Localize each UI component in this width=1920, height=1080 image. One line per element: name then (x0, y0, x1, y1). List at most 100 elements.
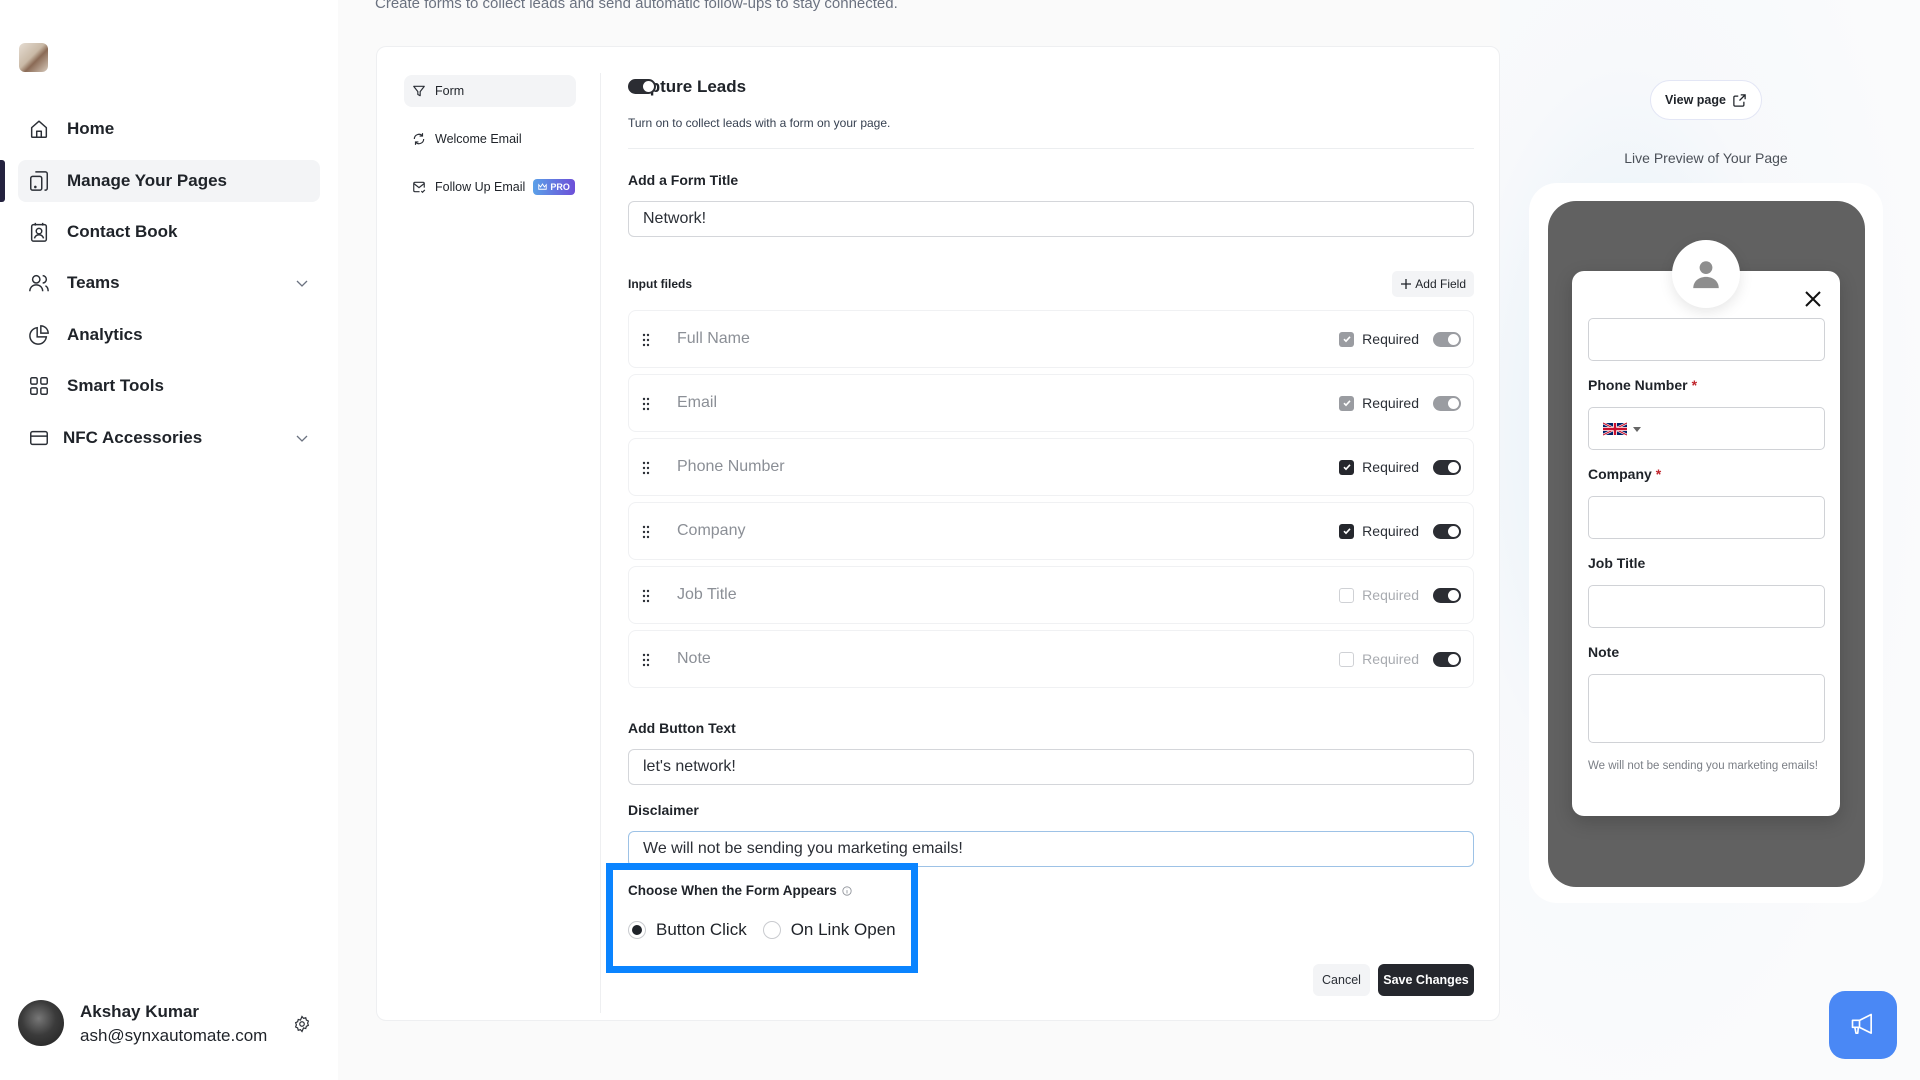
uk-flag-icon[interactable] (1603, 422, 1627, 436)
sidebar-item-contact-book[interactable]: Contact Book (18, 211, 320, 253)
gear-icon[interactable] (293, 1015, 311, 1033)
preview-disclaimer: We will not be sending you marketing ema… (1588, 760, 1818, 772)
field-enabled-toggle[interactable] (1433, 524, 1461, 539)
form-appears-label: Choose When the Form Appears (628, 883, 852, 898)
required-checkbox[interactable]: Required (1339, 395, 1419, 411)
field-name: Email (677, 394, 718, 411)
crown-icon (538, 183, 548, 190)
field-enabled-toggle[interactable] (1433, 460, 1461, 475)
check-icon (1343, 464, 1351, 471)
preview-input-top[interactable] (1588, 318, 1825, 361)
filter-icon (411, 83, 427, 99)
preview-phone-label: Phone Number * (1588, 377, 1698, 393)
field-enabled-toggle[interactable] (1433, 652, 1461, 667)
radio-on-link-open[interactable]: On Link Open (762, 920, 896, 940)
page-subtitle: Create forms to collect leads and send a… (375, 0, 898, 12)
info-icon[interactable] (842, 885, 852, 896)
home-icon (27, 117, 51, 141)
checkbox[interactable] (1339, 587, 1355, 603)
avatar[interactable] (18, 1000, 64, 1046)
required-checkbox[interactable]: Required (1339, 651, 1419, 667)
preview-phone-input[interactable] (1588, 407, 1825, 450)
lead-capture-card: Form Welcome Email Follow Up Email PRO C… (376, 46, 1500, 1021)
user-profile: Akshay Kumar ash@synxautomate.com (18, 1000, 318, 1048)
add-field-button[interactable]: Add Field (1392, 271, 1474, 297)
plus-icon (1401, 279, 1412, 289)
required-checkbox[interactable]: Required (1339, 523, 1419, 539)
radio-button-click[interactable]: Button Click (628, 920, 747, 940)
close-icon[interactable] (1804, 290, 1822, 308)
save-changes-button[interactable]: Save Changes (1378, 964, 1474, 996)
sidebar-item-label: Contact Book (67, 222, 178, 241)
field-enabled-toggle[interactable] (1433, 588, 1461, 603)
radio-indicator[interactable] (628, 921, 646, 939)
preview-job-title-label: Job Title (1588, 555, 1646, 571)
brand-logo[interactable] (19, 43, 48, 72)
checkbox[interactable] (1339, 459, 1355, 475)
field-name: Note (677, 650, 711, 667)
field-name: Job Title (677, 586, 737, 603)
field-enabled-toggle[interactable] (1433, 332, 1461, 347)
sidebar-item-home[interactable]: Home (18, 108, 320, 150)
drag-handle-icon[interactable] (642, 525, 650, 539)
caret-down-icon[interactable] (1633, 427, 1641, 432)
checkbox[interactable] (1339, 651, 1355, 667)
button-text-input[interactable]: let's network! (628, 749, 1474, 785)
checkbox[interactable] (1339, 331, 1355, 347)
tab-follow-up-email[interactable]: Follow Up Email PRO (404, 171, 576, 203)
field-enabled-toggle[interactable] (1433, 396, 1461, 411)
sidebar-item-smart-tools[interactable]: Smart Tools (18, 365, 320, 407)
sidebar-item-manage-pages[interactable]: Manage Your Pages (18, 160, 320, 202)
pro-badge: PRO (533, 179, 575, 195)
field-name: Company (677, 522, 746, 539)
drag-handle-icon[interactable] (642, 397, 650, 411)
card-icon (27, 426, 51, 450)
required-checkbox[interactable]: Required (1339, 587, 1419, 603)
tab-welcome-email[interactable]: Welcome Email (404, 123, 576, 155)
required-checkbox[interactable]: Required (1339, 331, 1419, 347)
sidebar: Home Manage Your Pages Contact Book Team… (0, 0, 338, 1080)
tab-label: Follow Up Email (435, 180, 526, 194)
field-name: Full Name (677, 330, 750, 347)
sidebar-item-nfc-accessories[interactable]: NFC Accessories (18, 417, 320, 459)
tab-form[interactable]: Form (404, 75, 576, 107)
divider (628, 148, 1474, 149)
cancel-button[interactable]: Cancel (1313, 964, 1370, 996)
chevron-down-icon[interactable] (294, 430, 310, 446)
drag-handle-icon[interactable] (642, 461, 650, 475)
drag-handle-icon[interactable] (642, 333, 650, 347)
tab-label: Welcome Email (435, 132, 522, 146)
profile-email: ash@synxautomate.com (80, 1026, 268, 1045)
field-row: Job Title Required (628, 566, 1474, 624)
section-description: Turn on to collect leads with a form on … (628, 116, 891, 130)
sidebar-item-analytics[interactable]: Analytics (18, 314, 320, 356)
drag-handle-icon[interactable] (642, 589, 650, 603)
announcements-button[interactable] (1829, 991, 1897, 1059)
preview-company-input[interactable] (1588, 496, 1825, 539)
sidebar-item-label: Smart Tools (67, 376, 164, 395)
field-row: Full Name Required (628, 310, 1474, 368)
preview-note-label: Note (1588, 644, 1620, 660)
preview-job-title-input[interactable] (1588, 585, 1825, 628)
capture-leads-toggle[interactable] (628, 79, 656, 94)
external-link-icon (1733, 93, 1746, 107)
required-checkbox[interactable]: Required (1339, 459, 1419, 475)
check-icon (1343, 528, 1351, 535)
radio-indicator[interactable] (762, 921, 781, 939)
preview-note-textarea[interactable] (1588, 674, 1825, 743)
form-title-input[interactable]: Network! (628, 201, 1474, 237)
contact-book-icon (27, 220, 51, 244)
button-text-label: Add Button Text (628, 720, 736, 736)
drag-handle-icon[interactable] (642, 653, 650, 667)
tab-label: Form (435, 84, 465, 98)
checkbox[interactable] (1339, 395, 1355, 411)
checkbox[interactable] (1339, 523, 1355, 539)
sidebar-item-teams[interactable]: Teams (18, 262, 320, 304)
chevron-down-icon[interactable] (294, 275, 310, 291)
grid-icon (27, 374, 51, 398)
input-fields-label: Input fileds (628, 277, 692, 291)
active-indicator (0, 160, 5, 202)
view-page-button[interactable]: View page (1650, 80, 1762, 120)
sidebar-item-label: Analytics (67, 325, 143, 344)
disclaimer-input[interactable]: We will not be sending you marketing ema… (628, 831, 1474, 867)
